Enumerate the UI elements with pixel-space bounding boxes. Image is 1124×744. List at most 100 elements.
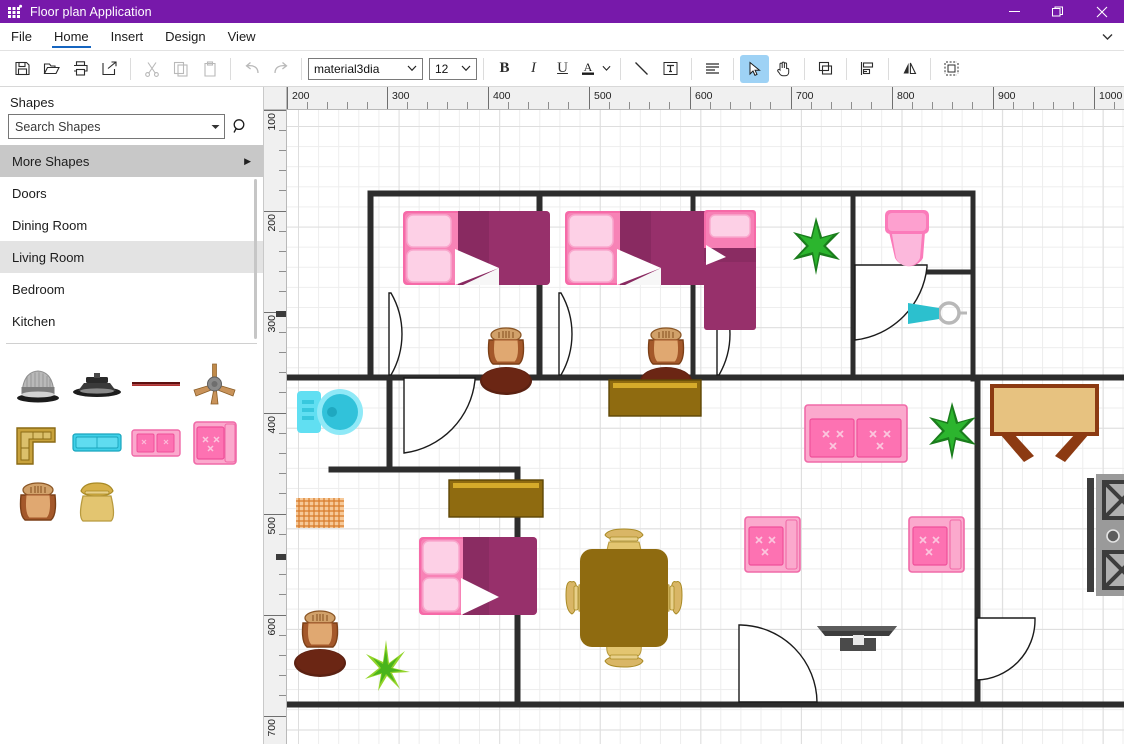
ruler-label: 700 xyxy=(266,719,278,737)
font-size-select[interactable]: 12 xyxy=(429,57,477,80)
canvas-area: 200 300 400 500 600 700 800 900 1000 100… xyxy=(264,87,1124,744)
sofa-icon xyxy=(71,432,122,452)
copy-button[interactable] xyxy=(166,55,195,83)
tan-chair-shape[interactable] xyxy=(67,472,126,531)
shape-list-scrollbar[interactable] xyxy=(254,179,257,339)
chevron-down-icon xyxy=(458,65,474,72)
menu-bar: File Home Insert Design View xyxy=(0,23,1124,51)
ruler-label: 700 xyxy=(796,90,814,102)
group-button[interactable] xyxy=(937,55,966,83)
ceiling-light-shape[interactable] xyxy=(67,354,126,413)
paste-button[interactable] xyxy=(195,55,224,83)
vertical-ruler: 100 200 300 400 500 600 700 xyxy=(264,110,287,744)
bold-button[interactable]: B xyxy=(490,55,519,83)
living-room-loveseat xyxy=(804,404,908,463)
bedroom-4-double-bed xyxy=(419,537,537,615)
export-button[interactable] xyxy=(95,55,124,83)
floor-plan-drawing[interactable] xyxy=(287,110,1124,744)
line-tool-button[interactable] xyxy=(627,55,656,83)
toolbar: material3dia 12 B I U A xyxy=(0,51,1124,87)
armchair-icon xyxy=(192,420,237,465)
window-controls xyxy=(992,0,1124,23)
toolbar-separator xyxy=(846,57,847,80)
shapes-panel: Shapes More Shapes ▶ xyxy=(0,87,264,744)
font-color-button[interactable]: A xyxy=(577,55,599,83)
bedroom-2-double-bed xyxy=(565,211,712,285)
ruler-label: 600 xyxy=(695,90,713,102)
toolbar-separator xyxy=(930,57,931,80)
font-color-dropdown[interactable] xyxy=(599,55,614,83)
save-button[interactable] xyxy=(8,55,37,83)
living-room-tv-stand xyxy=(817,626,897,651)
toolbar-separator xyxy=(230,57,231,80)
shape-categories-list: More Shapes ▶ Doors Dining Room Living R… xyxy=(0,145,263,339)
menu-view[interactable]: View xyxy=(217,23,267,50)
toolbar-separator xyxy=(130,57,131,80)
shape-category-dining-room[interactable]: Dining Room xyxy=(0,209,263,241)
loveseat-icon xyxy=(130,428,181,457)
search-input[interactable] xyxy=(15,119,206,134)
drawing-canvas[interactable] xyxy=(287,110,1124,744)
bedroom-4-potted-plant xyxy=(365,640,410,691)
menu-file[interactable]: File xyxy=(0,23,43,50)
bedroom-3-single-bed xyxy=(704,210,756,330)
shape-category-bedroom[interactable]: Bedroom xyxy=(0,273,263,305)
flip-button[interactable] xyxy=(895,55,924,83)
menu-design[interactable]: Design xyxy=(154,23,216,50)
ruler-label: 800 xyxy=(897,90,915,102)
toolbar-separator xyxy=(691,57,692,80)
open-button[interactable] xyxy=(37,55,66,83)
living-room-armchair-left xyxy=(744,516,801,573)
app-grid-icon xyxy=(0,4,30,20)
pink-armchair-shape[interactable] xyxy=(185,413,244,472)
l-shaped-sofa-icon xyxy=(15,426,56,465)
ruler-label: 200 xyxy=(292,90,310,102)
toolbar-separator xyxy=(888,57,889,80)
shape-category-doors[interactable]: Doors xyxy=(0,177,263,209)
bedroom-4-chair xyxy=(301,610,339,648)
search-shapes-row xyxy=(0,114,263,145)
undo-button[interactable] xyxy=(237,55,266,83)
chevron-down-icon xyxy=(404,65,420,72)
corner-sofa-shape[interactable] xyxy=(8,413,67,472)
toolbar-separator xyxy=(733,57,734,80)
stool-chair-icon xyxy=(79,481,114,522)
shape-category-kitchen[interactable]: Kitchen xyxy=(0,305,263,337)
search-input-wrapper[interactable] xyxy=(8,114,225,139)
duplicate-button[interactable] xyxy=(811,55,840,83)
cut-button[interactable] xyxy=(137,55,166,83)
menu-insert[interactable]: Insert xyxy=(100,23,155,50)
shape-category-living-room[interactable]: Living Room xyxy=(0,241,263,273)
font-family-select[interactable]: material3dia xyxy=(308,57,423,80)
vertical-ruler-handle-top[interactable] xyxy=(276,311,286,317)
vertical-ruler-handle-bottom[interactable] xyxy=(276,554,286,560)
chevron-right-icon: ▶ xyxy=(244,155,251,166)
redo-button[interactable] xyxy=(266,55,295,83)
pointer-tool-button[interactable] xyxy=(740,54,769,83)
track-light-shape[interactable] xyxy=(126,354,185,413)
chevron-down-icon[interactable] xyxy=(1090,23,1124,50)
align-shapes-button[interactable] xyxy=(853,55,882,83)
minimize-button[interactable] xyxy=(992,0,1036,23)
underline-button[interactable]: U xyxy=(548,55,577,83)
pink-loveseat-shape[interactable] xyxy=(126,413,185,472)
bedroom-4-desk xyxy=(448,479,544,518)
bedroom-3-potted-plant xyxy=(793,217,840,275)
maximize-button[interactable] xyxy=(1036,0,1080,23)
text-box-button[interactable] xyxy=(656,55,685,83)
italic-button[interactable]: I xyxy=(519,55,548,83)
search-icon[interactable] xyxy=(225,118,255,135)
chevron-down-icon[interactable] xyxy=(206,124,224,130)
menu-home[interactable]: Home xyxy=(43,23,100,50)
print-button[interactable] xyxy=(66,55,95,83)
teal-sofa-shape[interactable] xyxy=(67,413,126,472)
close-button[interactable] xyxy=(1080,0,1124,23)
ceiling-fan-shape[interactable] xyxy=(185,354,244,413)
main-body: Shapes More Shapes ▶ xyxy=(0,87,1124,744)
pan-tool-button[interactable] xyxy=(769,55,798,83)
pendant-lamp-shape[interactable] xyxy=(8,354,67,413)
align-text-button[interactable] xyxy=(698,55,727,83)
brown-chair-shape[interactable] xyxy=(8,472,67,531)
bedroom-2-chair xyxy=(647,327,685,365)
shape-category-more-shapes[interactable]: More Shapes ▶ xyxy=(0,145,263,177)
